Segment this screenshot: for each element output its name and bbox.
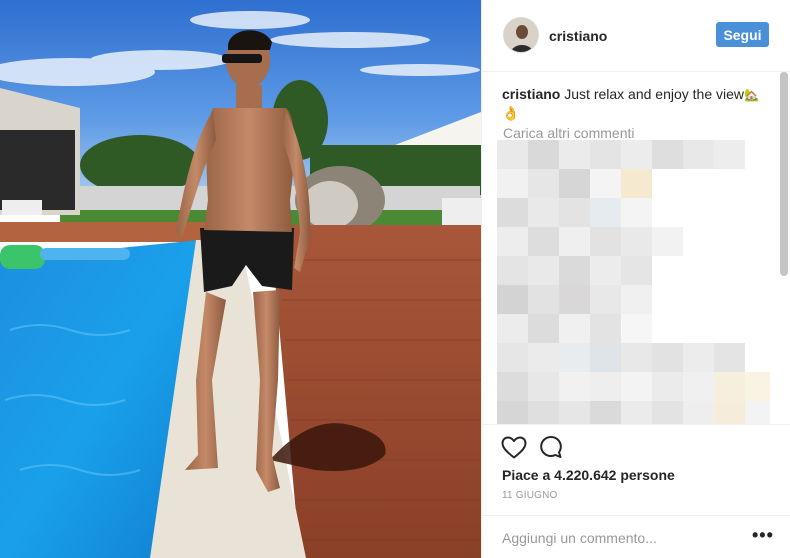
post-header: cristiano Segui [482,0,790,72]
load-more-comments-link[interactable]: Carica altri commenti [503,125,634,141]
comment-icon[interactable] [539,435,563,459]
post-actions: Piace a 4.220.642 persone 11 GIUGNO ••• [482,424,790,558]
blurred-comments [497,140,770,425]
pool-float-green [0,245,45,269]
wooden-deck [270,225,481,558]
house-emoji: 🏡 [744,88,759,102]
caption-text: Just relax and enjoy the view [564,86,745,102]
post-photo[interactable] [0,0,481,558]
caption-username[interactable]: cristiano [502,86,560,102]
follow-button[interactable]: Segui [716,22,769,47]
post-date[interactable]: 11 GIUGNO [502,490,558,501]
ok-hand-emoji: 👌 [502,105,520,121]
post-modal: cristiano Segui cristiano Just relax and… [0,0,790,558]
pool-float-blue [40,248,130,260]
caption: cristiano Just relax and enjoy the view🏡… [502,85,764,122]
comment-input[interactable] [502,528,732,548]
username[interactable]: cristiano [549,28,607,44]
heart-icon[interactable] [501,436,527,460]
comments-scrollbar[interactable] [780,72,788,276]
likes-count[interactable]: Piace a 4.220.642 persone [502,467,675,483]
avatar[interactable] [503,17,539,53]
add-comment-bar: ••• [482,515,790,558]
more-options-icon[interactable]: ••• [752,526,774,544]
house [0,88,80,215]
post-side-panel: cristiano Segui cristiano Just relax and… [481,0,790,558]
